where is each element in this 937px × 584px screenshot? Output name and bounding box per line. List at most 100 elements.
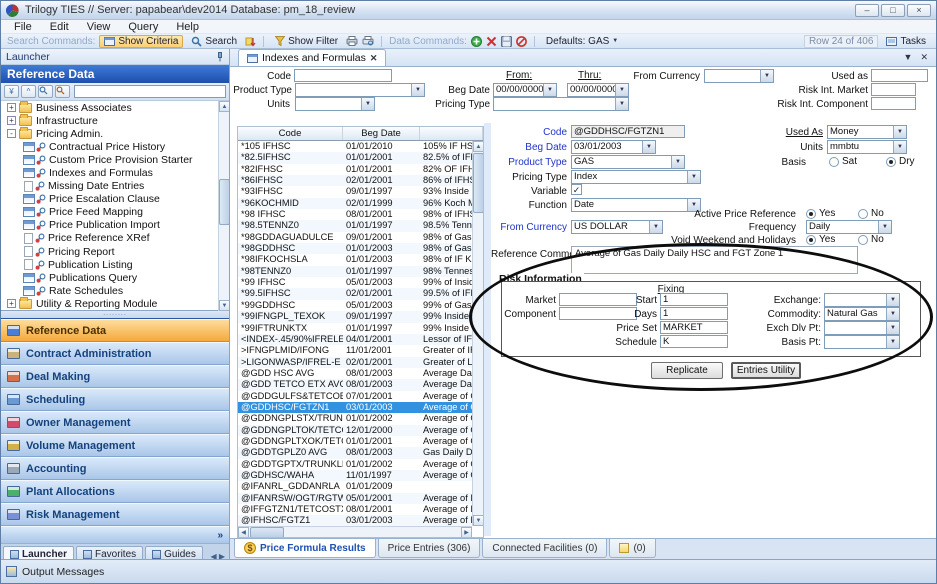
- module-volume-management[interactable]: Volume Management: [1, 434, 229, 457]
- more-modules-bar[interactable]: »: [1, 526, 229, 543]
- chevron-down-icon[interactable]: ▼: [886, 308, 899, 320]
- tab-list-dropdown-icon[interactable]: ▼: [904, 52, 913, 63]
- chevron-down-icon[interactable]: ▼: [615, 84, 628, 96]
- frequency-field[interactable]: Daily▼: [806, 220, 892, 234]
- module-plant-allocations[interactable]: Plant Allocations: [1, 480, 229, 503]
- restore-button[interactable]: □: [881, 4, 905, 17]
- table-row[interactable]: *98.5TENNZ001/01/199798.5% Tenness: [238, 220, 472, 231]
- days-input[interactable]: 1: [660, 307, 728, 320]
- table-row[interactable]: @GDDNGPLTOK/TETCOETX12/01/2000Average of…: [238, 425, 472, 436]
- chevron-down-icon[interactable]: ▼: [411, 84, 424, 96]
- tree-item-price-escalation-clause[interactable]: Price Escalation Clause: [1, 193, 229, 206]
- table-row[interactable]: *98GDDAGUADULCE09/01/200198% of Gas Da: [238, 232, 472, 243]
- table-row[interactable]: *82.5IFHSC01/01/200182.5% of IFHS: [238, 152, 472, 163]
- search-button[interactable]: Search: [187, 35, 241, 48]
- tab-price-formula-results[interactable]: $Price Formula Results: [234, 539, 376, 558]
- tree-item-price-reference-xref[interactable]: Price Reference XRef: [1, 232, 229, 245]
- table-row[interactable]: @IFANRL_GDDANRLA01/01/2009: [238, 481, 472, 492]
- module-contract-administration[interactable]: Contract Administration: [1, 342, 229, 365]
- tree-search-input[interactable]: [74, 85, 226, 98]
- chevron-down-icon[interactable]: ▼: [886, 336, 899, 348]
- cancel-icon[interactable]: [516, 36, 527, 47]
- scroll-thumb[interactable]: [250, 527, 284, 538]
- collapse-all-icon[interactable]: ^: [21, 85, 36, 98]
- table-row[interactable]: *98IFKOCHSLA01/01/200398% of IF Koch: [238, 254, 472, 265]
- table-row[interactable]: @IFANRSW/OGT/RGTWEST05/01/2001Average of…: [238, 493, 472, 504]
- table-row[interactable]: @GDDNGPLTXOK/TETCETX01/01/2001Average of…: [238, 436, 472, 447]
- chevron-down-icon[interactable]: ▼: [886, 322, 899, 334]
- product-type-criteria-dropdown[interactable]: ▼: [295, 83, 425, 97]
- chevron-down-icon[interactable]: ▼: [642, 141, 655, 153]
- tree-item-business-associates[interactable]: +Business Associates: [1, 101, 229, 114]
- table-row[interactable]: @GDDTGPTX/TRUNKLINE01/01/2002Average of …: [238, 459, 472, 470]
- pricing-type-field[interactable]: Index▼: [571, 170, 701, 184]
- column-header-beg-date[interactable]: Beg Date: [343, 127, 420, 140]
- close-button[interactable]: ×: [907, 4, 931, 17]
- menu-file[interactable]: File: [5, 21, 41, 33]
- chevron-down-icon[interactable]: ▼: [361, 98, 374, 110]
- chevron-down-icon[interactable]: ▼: [687, 171, 700, 183]
- table-row[interactable]: *98GDDHSC01/01/200398% of Gas Da: [238, 243, 472, 254]
- scroll-down-icon[interactable]: ▼: [473, 515, 484, 526]
- tree-item-price-feed-mapping[interactable]: Price Feed Mapping: [1, 206, 229, 219]
- table-row[interactable]: @GDDGULFS&TETCOELA07/01/2001Average of G…: [238, 391, 472, 402]
- exchange-dropdown[interactable]: ▼: [824, 293, 900, 307]
- table-row[interactable]: @GDDNGPLSTX/TRUNKSTX01/01/2002Average of…: [238, 413, 472, 424]
- basis-pt-dropdown[interactable]: ▼: [824, 335, 900, 349]
- from-currency-field[interactable]: US DOLLAR▼: [571, 220, 663, 234]
- table-row[interactable]: @GDHSC/WAHA11/01/1997Average of Ga: [238, 470, 472, 481]
- variable-checkbox[interactable]: ✓: [571, 184, 582, 195]
- pin-icon[interactable]: [216, 52, 224, 62]
- tab-0[interactable]: (0): [609, 539, 655, 558]
- apr-yes-radio[interactable]: Yes: [806, 208, 835, 219]
- from-currency-criteria-dropdown[interactable]: ▼: [704, 69, 774, 83]
- print-icon[interactable]: [346, 36, 358, 46]
- tab-scroll-arrows[interactable]: ◀ ▶: [210, 552, 227, 559]
- scroll-down-icon[interactable]: ▼: [219, 300, 230, 311]
- table-row[interactable]: @GDDHSC/FGTZN103/01/2003Average of Ga: [238, 402, 472, 413]
- scroll-thumb[interactable]: [473, 153, 484, 213]
- table-row[interactable]: *96KOCHMID02/01/199996% Koch Mids: [238, 198, 472, 209]
- defaults-dropdown[interactable]: Defaults: GAS ▼: [542, 35, 622, 48]
- beg-date-from-picker[interactable]: 00/00/0000▼: [493, 83, 557, 97]
- chevron-down-icon[interactable]: ▼: [893, 126, 906, 138]
- chevron-down-icon[interactable]: ▼: [760, 70, 773, 82]
- used-as-field[interactable]: Money▼: [827, 125, 907, 139]
- table-row[interactable]: *86IFHSC02/01/200186% of IFHSC: [238, 175, 472, 186]
- pricing-type-criteria-dropdown[interactable]: ▼: [493, 97, 629, 111]
- risk-int-component-input[interactable]: [871, 97, 916, 110]
- print-preview-icon[interactable]: [362, 36, 374, 46]
- entries-utility-button[interactable]: Entries Utility: [731, 362, 801, 379]
- search-options-icon[interactable]: [55, 85, 70, 98]
- tab-indexes-and-formulas[interactable]: Indexes and Formulas ✕: [238, 49, 386, 66]
- risk-int-market-input[interactable]: [871, 83, 916, 96]
- show-filter-button[interactable]: Show Filter: [271, 35, 342, 48]
- used-as-criteria-input[interactable]: [871, 69, 928, 82]
- beg-date-thru-picker[interactable]: 00/00/0000▼: [567, 83, 629, 97]
- tree-item-missing-date-entries[interactable]: Missing Date Entries: [1, 180, 229, 193]
- title-bar[interactable]: Trilogy TIES // Server: papabear\dev2014…: [1, 1, 936, 20]
- delete-record-icon[interactable]: [486, 36, 497, 47]
- commodity-dropdown[interactable]: Natural Gas▼: [824, 307, 900, 321]
- tab-launcher[interactable]: Launcher: [3, 546, 74, 559]
- expand-icon[interactable]: +: [7, 103, 16, 112]
- grid-hscrollbar[interactable]: ◀ ▶: [238, 526, 472, 537]
- basis-sat-radio[interactable]: Sat: [829, 156, 857, 167]
- tree-item-contractual-price-history[interactable]: Contractual Price History: [1, 140, 229, 153]
- tree-scrollbar[interactable]: ▲ ▼: [218, 101, 229, 311]
- tab-price-entries-306[interactable]: Price Entries (306): [378, 539, 481, 558]
- table-row[interactable]: >LIGONWASP/IFREL-E02/01/2001Greater of L…: [238, 357, 472, 368]
- module-deal-making[interactable]: Deal Making: [1, 365, 229, 388]
- close-document-icon[interactable]: ✕: [920, 52, 928, 63]
- start-input[interactable]: 1: [660, 293, 728, 306]
- basis-dry-radio[interactable]: Dry: [886, 156, 915, 167]
- code-criteria-input[interactable]: [294, 69, 392, 82]
- beg-date-field[interactable]: 03/01/2003▼: [571, 140, 656, 154]
- scroll-left-icon[interactable]: ◀: [238, 527, 249, 538]
- module-scheduling[interactable]: Scheduling: [1, 388, 229, 411]
- units-field[interactable]: mmbtu▼: [827, 140, 907, 154]
- table-row[interactable]: *99 IFHSC05/01/200399% of Inside F: [238, 277, 472, 288]
- table-row[interactable]: *99IFNGPL_TEXOK09/01/199799% Inside FE: [238, 311, 472, 322]
- tree-item-indexes-and-formulas[interactable]: Indexes and Formulas: [1, 166, 229, 179]
- table-row[interactable]: @IFHSC/FGTZ103/01/2003Average of Ins: [238, 515, 472, 526]
